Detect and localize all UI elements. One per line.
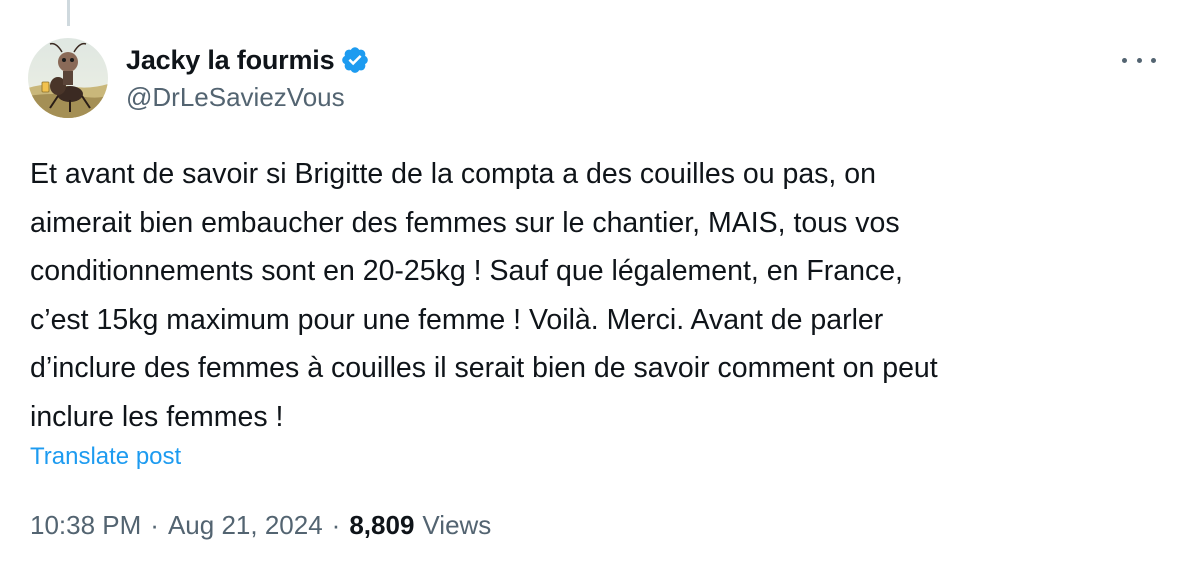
display-name[interactable]: Jacky la fourmis <box>126 45 335 76</box>
views-label[interactable]: Views <box>422 510 491 541</box>
author-name-row: Jacky la fourmis <box>126 42 370 78</box>
verified-badge-icon[interactable] <box>340 45 370 75</box>
post-text: Et avant de savoir si Brigitte de la com… <box>30 150 1155 441</box>
tweet-card: Jacky la fourmis @DrLeSaviezVous Et avan… <box>0 0 1182 574</box>
post-metadata: 10:38 PM · Aug 21, 2024 · 8,809 Views <box>30 510 491 541</box>
dot <box>1151 57 1156 63</box>
ant-cartoon-avatar-icon <box>28 38 108 118</box>
post-time[interactable]: 10:38 PM <box>30 510 141 541</box>
avatar[interactable] <box>28 38 108 118</box>
views-count[interactable]: 8,809 <box>349 510 414 541</box>
translate-post-link[interactable]: Translate post <box>30 443 181 471</box>
post-text-line: conditionnements sont en 20-25kg ! Sauf … <box>30 255 903 287</box>
post-text-line: aimerait bien embaucher des femmes sur l… <box>30 206 900 239</box>
more-options-icon[interactable] <box>1122 50 1156 70</box>
post-text-line: c’est 15kg maximum pour une femme ! Voil… <box>30 303 884 336</box>
dot <box>1136 57 1142 63</box>
author-handle[interactable]: @DrLeSaviezVous <box>126 82 345 113</box>
post-text-line: d’inclure des femmes à couilles il serai… <box>30 352 938 384</box>
post-date[interactable]: Aug 21, 2024 <box>168 510 323 541</box>
separator: · <box>150 510 159 540</box>
separator: · <box>331 510 341 540</box>
thread-connector-line <box>67 0 70 26</box>
post-text-line: Et avant de savoir si Brigitte de la com… <box>30 158 876 190</box>
post-text-line: inclure les femmes ! <box>30 400 284 433</box>
dot <box>1122 57 1127 63</box>
